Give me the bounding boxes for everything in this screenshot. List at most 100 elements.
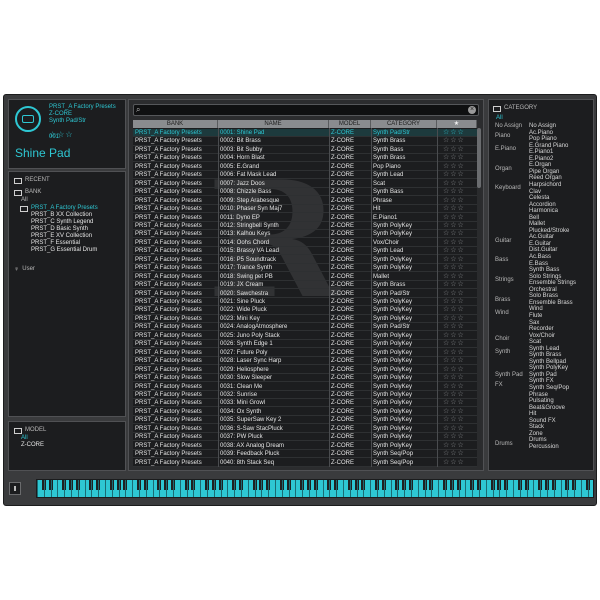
cell-favorite[interactable]: ☆☆☆ bbox=[443, 137, 475, 145]
table-row[interactable]: PRST_A Factory Presets 0040: 8th Stack Se… bbox=[133, 459, 477, 467]
table-row[interactable]: PRST_A Factory Presets 0021: Sine Pluck Z-… bbox=[133, 298, 477, 307]
cell-favorite[interactable]: ☆☆☆ bbox=[443, 399, 475, 407]
table-row[interactable]: PRST_A Factory Presets 0025: Juno Poly St… bbox=[133, 332, 477, 340]
cell-favorite[interactable]: ☆☆☆ bbox=[443, 340, 475, 348]
bank-item-b[interactable]: PRST_B XX Collection bbox=[20, 212, 98, 219]
cell-favorite[interactable]: ☆☆☆ bbox=[443, 214, 475, 222]
category-group-label[interactable]: Choir bbox=[495, 336, 509, 343]
cell-favorite[interactable]: ☆☆☆ bbox=[443, 315, 475, 323]
category-group-label[interactable]: Bass bbox=[495, 257, 508, 264]
cell-favorite[interactable]: ☆☆☆ bbox=[443, 290, 475, 298]
cell-favorite[interactable]: ☆☆☆ bbox=[443, 425, 475, 433]
cell-favorite[interactable]: ☆☆☆ bbox=[443, 366, 475, 374]
category-all[interactable]: All bbox=[496, 115, 503, 122]
table-row[interactable]: PRST_A Factory Presets 0012: Stringbell S… bbox=[133, 222, 477, 231]
category-group-label[interactable]: Brass bbox=[495, 297, 510, 304]
table-row[interactable]: PRST_A Factory Presets 0004: Horn Blast Z-… bbox=[133, 154, 477, 163]
user-item[interactable]: ♀ User bbox=[14, 266, 35, 273]
table-row[interactable]: PRST_A Factory Presets 0034: Ox Synth Z-CO… bbox=[133, 408, 477, 416]
cell-favorite[interactable]: ☆☆☆ bbox=[443, 239, 475, 247]
cell-favorite[interactable]: ☆☆☆ bbox=[443, 264, 475, 272]
cell-favorite[interactable]: ☆☆☆ bbox=[443, 374, 475, 382]
col-favorite-header[interactable]: ★ bbox=[437, 120, 477, 128]
cell-favorite[interactable]: ☆☆☆ bbox=[443, 349, 475, 357]
table-row[interactable]: PRST_A Factory Presets 0023: Mini Key Z-CO… bbox=[133, 315, 477, 323]
table-row[interactable]: PRST_A Factory Presets 0028: Laser Sync H… bbox=[133, 357, 477, 366]
bank-item-e[interactable]: PRST_E XV Collection bbox=[20, 233, 98, 240]
cell-favorite[interactable]: ☆☆☆ bbox=[443, 332, 475, 340]
cell-favorite[interactable]: ☆☆☆ bbox=[443, 154, 475, 162]
table-row[interactable]: PRST_A Factory Presets 0020: Sawchestra Z-… bbox=[133, 290, 477, 298]
table-row[interactable]: PRST_A Factory Presets 0035: SuperSaw Key… bbox=[133, 416, 477, 425]
table-row[interactable]: PRST_A Factory Presets 0016: P5 Soundtrac… bbox=[133, 256, 477, 264]
table-row[interactable]: PRST_A Factory Presets 0019: JX Cream Z-CO… bbox=[133, 281, 477, 290]
cell-favorite[interactable]: ☆☆☆ bbox=[443, 298, 475, 306]
cell-favorite[interactable]: ☆☆☆ bbox=[443, 222, 475, 230]
cell-favorite[interactable]: ☆☆☆ bbox=[443, 323, 475, 331]
table-row[interactable]: PRST_A Factory Presets 0024: AnalogAtmosp… bbox=[133, 323, 477, 332]
cell-favorite[interactable]: ☆☆☆ bbox=[443, 230, 475, 238]
cell-favorite[interactable]: ☆☆☆ bbox=[443, 306, 475, 314]
cell-favorite[interactable]: ☆☆☆ bbox=[443, 256, 475, 264]
category-group-label[interactable]: Strings bbox=[495, 277, 514, 284]
search-input[interactable]: ⌕ × bbox=[133, 104, 479, 116]
table-row[interactable]: PRST_A Factory Presets 0029: Heliosphere Z… bbox=[133, 366, 477, 374]
category-group-label[interactable]: Drums bbox=[495, 441, 513, 448]
keyboard-toggle-button[interactable] bbox=[9, 482, 21, 495]
cell-favorite[interactable]: ☆☆☆ bbox=[443, 383, 475, 391]
bank-item-c[interactable]: PRST_C Synth Legend bbox=[20, 219, 98, 226]
bank-item-a[interactable]: PRST_A Factory Presets bbox=[20, 205, 98, 212]
cell-favorite[interactable]: ☆☆☆ bbox=[443, 188, 475, 196]
table-row[interactable]: PRST_A Factory Presets 0011: Dyno EP Z-COR… bbox=[133, 214, 477, 222]
col-model-header[interactable]: MODEL bbox=[329, 120, 371, 128]
category-group-label[interactable]: Synth bbox=[495, 349, 510, 356]
table-row[interactable]: PRST_A Factory Presets 0003: Bit Subby Z-C… bbox=[133, 146, 477, 154]
table-row[interactable]: PRST_A Factory Presets 0036: S-Saw StacPl… bbox=[133, 425, 477, 433]
cell-favorite[interactable]: ☆☆☆ bbox=[443, 180, 475, 188]
model-item-zcore[interactable]: Z-CORE bbox=[21, 442, 44, 449]
bank-item-d[interactable]: PRST_D Basic Synth bbox=[20, 226, 98, 233]
cell-favorite[interactable]: ☆☆☆ bbox=[443, 450, 475, 458]
bank-item-g[interactable]: PRST_G Essential Drum bbox=[20, 247, 98, 254]
category-group-label[interactable]: Keyboard bbox=[495, 185, 521, 192]
category-group-label[interactable]: E.Piano bbox=[495, 146, 516, 153]
cell-favorite[interactable]: ☆☆☆ bbox=[443, 163, 475, 171]
table-row[interactable]: PRST_A Factory Presets 0001: Shine Pad Z-C… bbox=[133, 129, 477, 138]
table-row[interactable]: PRST_A Factory Presets 0006: Fat Mask Lea… bbox=[133, 171, 477, 180]
cell-favorite[interactable]: ☆☆☆ bbox=[443, 273, 475, 281]
cell-favorite[interactable]: ☆☆☆ bbox=[443, 442, 475, 450]
table-row[interactable]: PRST_A Factory Presets 0007: Jazz Doos Z-C… bbox=[133, 180, 477, 188]
bank-item-f[interactable]: PRST_F Essential bbox=[20, 240, 98, 247]
scrollbar-thumb[interactable] bbox=[477, 128, 481, 188]
cell-favorite[interactable]: ☆☆☆ bbox=[443, 129, 475, 137]
model-all[interactable]: All bbox=[21, 435, 28, 442]
table-scrollbar[interactable] bbox=[477, 128, 481, 466]
table-row[interactable]: PRST_A Factory Presets 0037: PW Pluck Z-CO… bbox=[133, 433, 477, 442]
bank-all[interactable]: All bbox=[21, 197, 28, 204]
col-category-header[interactable]: CATEGORY bbox=[371, 120, 437, 128]
table-row[interactable]: PRST_A Factory Presets 0030: Slow Sleeper… bbox=[133, 374, 477, 383]
col-bank-header[interactable]: BANK bbox=[133, 120, 218, 128]
category-group-label[interactable]: Synth Pad bbox=[495, 372, 523, 379]
recent-item[interactable]: RECENT bbox=[14, 177, 50, 184]
category-group-label[interactable]: Piano bbox=[495, 133, 510, 140]
table-row[interactable]: PRST_A Factory Presets 0038: AX Analog Dr… bbox=[133, 442, 477, 450]
table-row[interactable]: PRST_A Factory Presets 0033: Mini Growl Z-… bbox=[133, 399, 477, 408]
table-row[interactable]: PRST_A Factory Presets 0002: Bit Brass Z-C… bbox=[133, 137, 477, 146]
table-row[interactable]: PRST_A Factory Presets 0018: Swing pet PB… bbox=[133, 273, 477, 281]
piano-keyboard[interactable] bbox=[36, 479, 594, 498]
cell-favorite[interactable]: ☆☆☆ bbox=[443, 281, 475, 289]
cell-favorite[interactable]: ☆☆☆ bbox=[443, 391, 475, 399]
table-row[interactable]: PRST_A Factory Presets 0010: Phaser Syn M… bbox=[133, 205, 477, 214]
cell-favorite[interactable]: ☆☆☆ bbox=[443, 205, 475, 213]
table-row[interactable]: PRST_A Factory Presets 0032: Sunrise Z-COR… bbox=[133, 391, 477, 400]
cell-favorite[interactable]: ☆☆☆ bbox=[443, 357, 475, 365]
category-group-label[interactable]: No Assign bbox=[495, 123, 522, 130]
table-row[interactable]: PRST_A Factory Presets 0039: Feedback Plu… bbox=[133, 450, 477, 459]
table-row[interactable]: PRST_A Factory Presets 0015: Brassy VA Le… bbox=[133, 247, 477, 256]
table-row[interactable]: PRST_A Factory Presets 0031: Clean Me Z-CO… bbox=[133, 383, 477, 391]
cell-favorite[interactable]: ☆☆☆ bbox=[443, 171, 475, 179]
table-row[interactable]: PRST_A Factory Presets 0017: Trance Synth… bbox=[133, 264, 477, 273]
table-row[interactable]: PRST_A Factory Presets 0005: E.Grand Z-COR… bbox=[133, 163, 477, 171]
table-row[interactable]: PRST_A Factory Presets 0026: Synth Edge 1… bbox=[133, 340, 477, 349]
